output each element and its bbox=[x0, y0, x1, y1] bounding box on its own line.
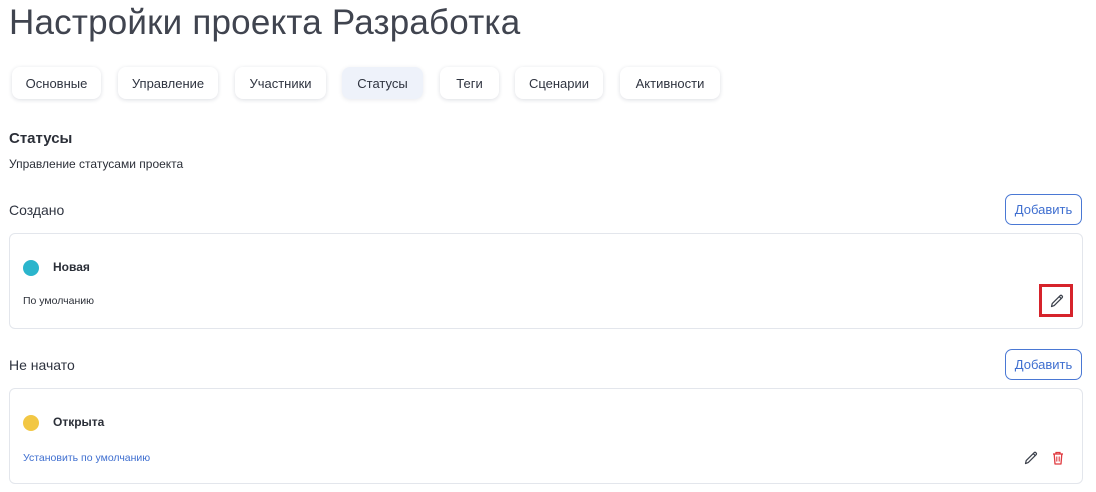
tab-main[interactable]: Основные bbox=[12, 67, 101, 99]
tab-tags[interactable]: Теги bbox=[440, 67, 499, 99]
tab-members[interactable]: Участники bbox=[235, 67, 326, 99]
add-status-button[interactable]: Добавить bbox=[1005, 349, 1082, 380]
section-description: Управление статусами проекта bbox=[9, 157, 184, 171]
status-card: Открыта Установить по умолчанию bbox=[9, 388, 1083, 484]
set-default-link[interactable]: Установить по умолчанию bbox=[23, 452, 150, 464]
pencil-icon[interactable] bbox=[1021, 448, 1041, 468]
status-name: Открыта bbox=[53, 415, 105, 429]
status-card: Новая По умолчанию bbox=[9, 233, 1083, 329]
group-label-created: Создано bbox=[9, 202, 65, 218]
project-settings-page: Настройки проекта Разработка Основные Уп… bbox=[0, 0, 1096, 492]
page-title: Настройки проекта Разработка bbox=[9, 3, 521, 42]
tab-scenarios[interactable]: Сценарии bbox=[515, 67, 603, 99]
section-title: Статусы bbox=[9, 130, 73, 147]
status-color-dot bbox=[23, 260, 39, 276]
status-default-label: По умолчанию bbox=[23, 295, 95, 307]
add-status-button[interactable]: Добавить bbox=[1005, 194, 1082, 225]
status-color-dot bbox=[23, 415, 39, 431]
trash-icon[interactable] bbox=[1048, 448, 1068, 468]
tab-activities[interactable]: Активности bbox=[620, 67, 720, 99]
tab-statuses[interactable]: Статусы bbox=[342, 67, 423, 99]
group-label-not-started: Не начато bbox=[9, 357, 75, 373]
highlight-box bbox=[1039, 284, 1073, 317]
status-name: Новая bbox=[53, 260, 90, 274]
tab-management[interactable]: Управление bbox=[118, 67, 218, 99]
